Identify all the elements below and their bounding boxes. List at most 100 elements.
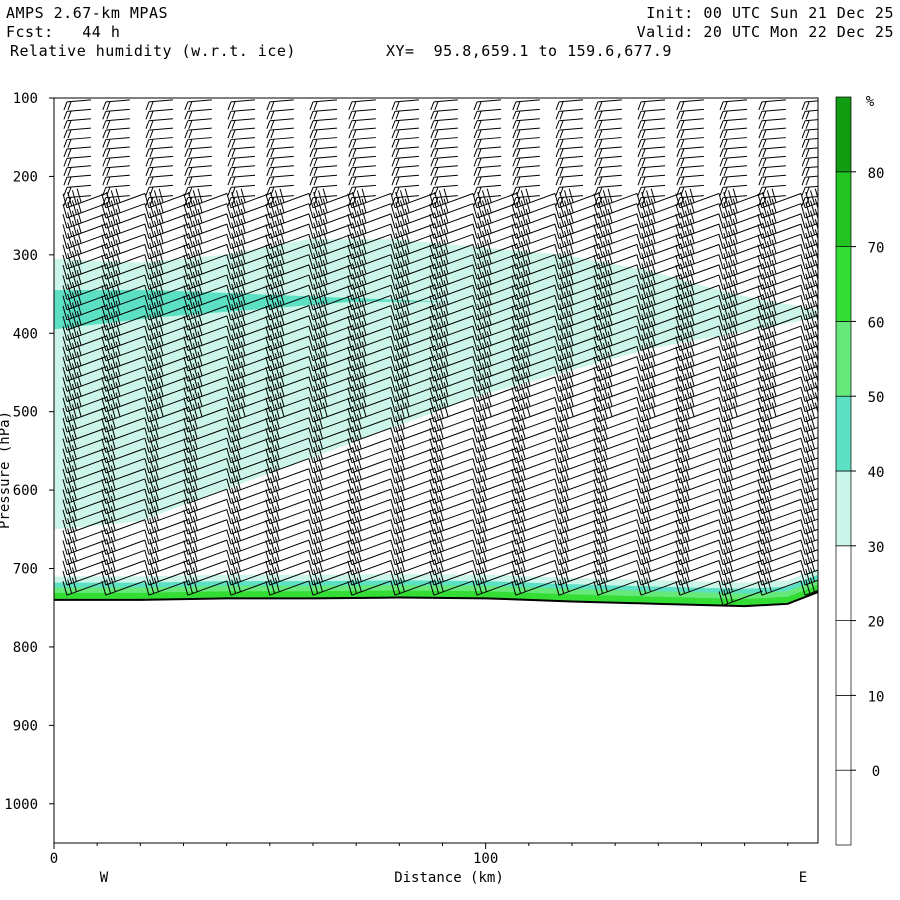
wind-barb <box>227 165 256 176</box>
wind-barb <box>429 445 474 464</box>
wind-barb <box>512 127 540 139</box>
wind-barb <box>636 526 681 545</box>
wind-barb <box>309 127 338 139</box>
wind-barb <box>101 557 146 576</box>
wind-barb <box>472 485 517 504</box>
wind-barb <box>266 146 294 158</box>
wind-barb <box>391 174 420 186</box>
wind-barb <box>183 506 228 525</box>
wind-barb <box>63 165 91 176</box>
wind-barb <box>102 155 130 167</box>
wind-barb <box>757 526 802 545</box>
wind-barb <box>801 137 818 148</box>
wind-barb <box>555 118 584 129</box>
wind-barb <box>429 516 474 535</box>
wind-barb <box>473 127 502 139</box>
wind-barb <box>719 137 748 148</box>
wind-barb <box>348 137 376 148</box>
wind-barb <box>676 118 704 129</box>
wind-barb <box>308 557 353 576</box>
wind-barb <box>636 557 681 576</box>
wind-barb <box>390 536 435 555</box>
colorbar-segment <box>835 769 852 846</box>
wind-barb <box>511 475 556 494</box>
wind-barb <box>348 165 376 176</box>
wind-barb <box>226 496 271 515</box>
wind-barb <box>102 174 130 186</box>
wind-barb <box>390 424 435 443</box>
wind-barb <box>63 118 91 129</box>
wind-barb <box>430 99 458 111</box>
wind-barb <box>63 155 91 167</box>
wind-barb <box>227 99 256 111</box>
wind-barb <box>593 506 638 525</box>
wind-barb <box>676 165 704 176</box>
wind-barb <box>430 174 458 186</box>
wind-barb <box>512 165 540 176</box>
wind-barb <box>183 536 228 555</box>
wind-barb <box>184 127 212 139</box>
wind-barb <box>594 165 622 176</box>
wind-barb <box>554 516 599 535</box>
wind-barb <box>144 526 189 545</box>
wind-barb <box>145 137 174 148</box>
wind-barb <box>102 108 130 120</box>
wind-barb <box>511 485 556 504</box>
colorbar-label: 50 <box>868 390 885 406</box>
wind-barb <box>594 118 622 129</box>
wind-barb <box>391 146 420 158</box>
wind-barb <box>63 127 91 139</box>
wind-barb <box>266 118 294 129</box>
wind-barb <box>390 465 435 484</box>
wind-barb <box>675 536 720 555</box>
wind-barb <box>390 475 435 494</box>
wind-barb <box>472 455 517 474</box>
wind-barb <box>347 485 392 504</box>
wind-barb <box>758 108 786 120</box>
wind-barb <box>226 536 271 555</box>
wind-barb <box>62 526 107 545</box>
wind-barb <box>636 475 681 494</box>
wind-barb <box>183 526 228 545</box>
wind-barb <box>511 455 556 474</box>
wind-barb <box>472 547 517 566</box>
wind-barb <box>347 465 392 484</box>
wind-barb <box>308 536 353 555</box>
wind-barb <box>63 108 91 120</box>
colorbar-label: 70 <box>868 241 885 257</box>
wind-barb <box>718 414 763 433</box>
colorbar-label: 0 <box>872 764 880 780</box>
wind-barb <box>757 424 802 443</box>
wind-barb <box>266 99 294 111</box>
wind-barb <box>348 108 376 120</box>
wind-barb <box>511 465 556 484</box>
wind-barb <box>758 155 786 167</box>
wind-barb <box>184 137 212 148</box>
wind-barb <box>347 445 392 464</box>
colorbar-segment <box>835 620 852 696</box>
wind-barb <box>511 536 556 555</box>
wind-barb <box>62 536 107 555</box>
wind-barb <box>593 445 638 464</box>
wind-barb <box>554 455 599 474</box>
wind-barb <box>63 137 91 148</box>
wind-barb <box>472 424 517 443</box>
wind-barb <box>594 137 622 148</box>
wind-barb <box>472 475 517 494</box>
wind-barb <box>757 465 802 484</box>
wind-barb <box>636 445 681 464</box>
wind-barb <box>594 99 622 111</box>
wind-barb <box>184 118 212 129</box>
colorbar-segment <box>835 321 852 397</box>
wind-barb <box>265 536 310 555</box>
wind-barb <box>757 434 802 453</box>
wind-barb <box>594 155 622 167</box>
wind-barb <box>718 485 763 504</box>
wind-barb <box>266 165 294 176</box>
wind-barb <box>719 165 748 176</box>
wind-barb <box>145 127 174 139</box>
y-tick-label: 400 <box>13 326 38 342</box>
wind-barb <box>227 127 256 139</box>
wind-barb <box>265 526 310 545</box>
y-tick-label: 300 <box>13 248 38 264</box>
